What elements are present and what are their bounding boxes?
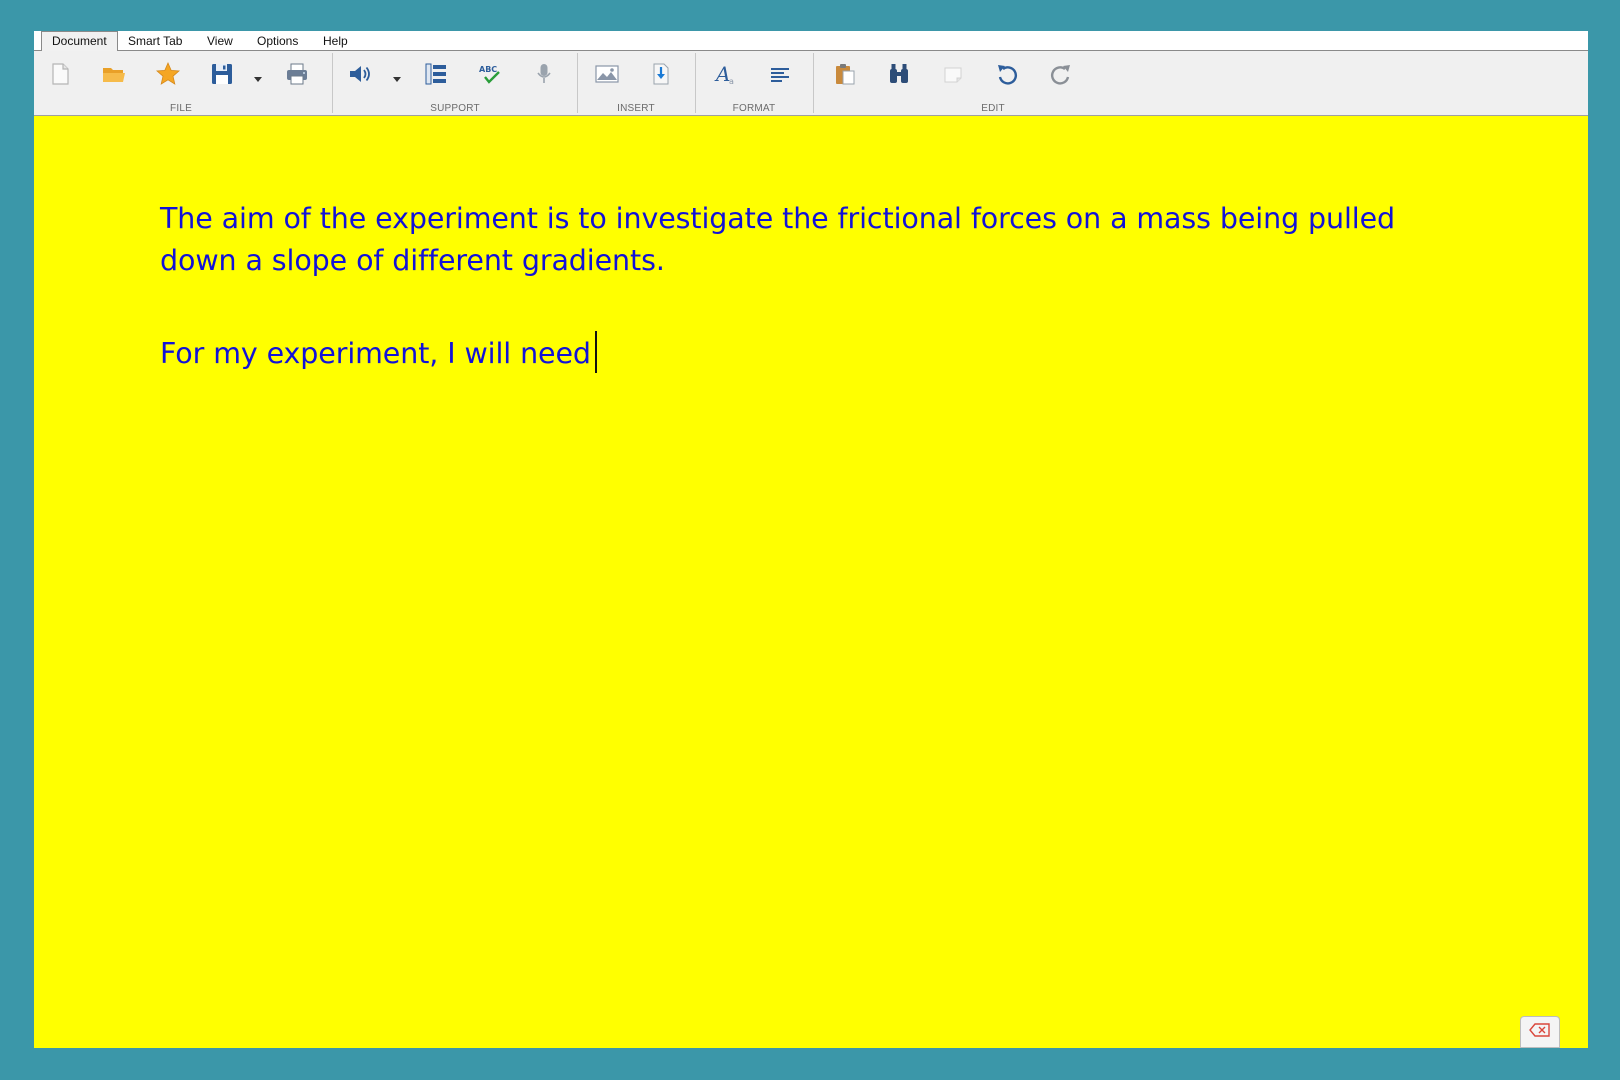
paragraph-equipment: For my experiment, I will need bbox=[160, 331, 1450, 375]
redo-button[interactable] bbox=[1044, 59, 1078, 93]
svg-text:a: a bbox=[729, 77, 734, 86]
speaker-icon bbox=[347, 61, 373, 92]
tab-document[interactable]: Document bbox=[41, 31, 118, 51]
new-document-icon bbox=[47, 61, 73, 92]
open-button[interactable] bbox=[97, 59, 131, 93]
paste-button[interactable] bbox=[828, 59, 862, 93]
speak-button[interactable] bbox=[343, 59, 377, 93]
format-group-label: FORMAT bbox=[732, 103, 776, 114]
tab-view[interactable]: View bbox=[197, 31, 243, 50]
clear-format-icon bbox=[940, 61, 966, 92]
svg-text:ABC: ABC bbox=[479, 65, 497, 74]
insert-group-label: INSERT bbox=[617, 103, 655, 114]
menu-bar: Document Smart Tab View Options Help bbox=[34, 31, 1588, 51]
speech-options-dropdown[interactable] bbox=[391, 71, 403, 82]
paragraph-align-button[interactable] bbox=[763, 59, 797, 93]
spellcheck-button[interactable]: ABC bbox=[473, 59, 507, 93]
paragraph-equipment-text: For my experiment, I will need bbox=[160, 337, 591, 370]
insert-image-button[interactable] bbox=[590, 59, 624, 93]
redo-icon bbox=[1048, 61, 1074, 92]
favorite-star-icon bbox=[155, 61, 181, 92]
file-group-label: FILE bbox=[170, 103, 192, 114]
favorite-button[interactable] bbox=[151, 59, 185, 93]
paragraph-aim: The aim of the experiment is to investig… bbox=[160, 202, 1396, 277]
edit-group-label: EDIT bbox=[981, 103, 1005, 114]
save-options-dropdown[interactable] bbox=[252, 71, 264, 82]
spellcheck-icon: ABC bbox=[477, 61, 503, 92]
align-left-icon bbox=[767, 61, 793, 92]
tab-help[interactable]: Help bbox=[313, 31, 358, 50]
support-group: ABC SUPPORT bbox=[333, 51, 577, 115]
format-group: Aa FORMAT bbox=[696, 51, 813, 115]
text-cursor bbox=[594, 331, 597, 373]
find-button[interactable] bbox=[882, 59, 916, 93]
edit-group: EDIT bbox=[814, 51, 1094, 115]
word-list-button[interactable] bbox=[419, 59, 453, 93]
save-disk-icon bbox=[209, 61, 235, 92]
document-editor[interactable]: The aim of the experiment is to investig… bbox=[34, 116, 1588, 1048]
svg-text:A: A bbox=[714, 62, 730, 86]
new-document-button[interactable] bbox=[43, 59, 77, 93]
insert-group: INSERT bbox=[578, 51, 695, 115]
save-button[interactable] bbox=[205, 59, 239, 93]
dictation-button[interactable] bbox=[527, 59, 561, 93]
editor-window: Document Smart Tab View Options Help FIL… bbox=[34, 31, 1588, 1048]
find-binoculars-icon bbox=[886, 61, 912, 92]
toolbar-ribbon: FILE ABC SUPPORT INSERT A a FORMAT EDIT bbox=[34, 51, 1588, 116]
clear-text-button[interactable] bbox=[1520, 1016, 1560, 1048]
numbered-list-icon bbox=[423, 61, 449, 92]
insert-file-icon bbox=[648, 61, 674, 92]
insert-file-button[interactable] bbox=[644, 59, 678, 93]
undo-button[interactable] bbox=[990, 59, 1024, 93]
tab-smart-tab[interactable]: Smart Tab bbox=[118, 31, 192, 50]
print-button[interactable] bbox=[280, 59, 314, 93]
print-icon bbox=[284, 61, 310, 92]
clear-format-button[interactable] bbox=[936, 59, 970, 93]
backspace-icon bbox=[1529, 1022, 1551, 1042]
undo-icon bbox=[994, 61, 1020, 92]
support-group-label: SUPPORT bbox=[430, 103, 480, 114]
document-text[interactable]: The aim of the experiment is to investig… bbox=[160, 198, 1450, 424]
font-style-icon: Aa bbox=[713, 61, 739, 92]
paste-icon bbox=[832, 61, 858, 92]
open-folder-icon bbox=[101, 61, 127, 92]
insert-image-icon bbox=[594, 61, 620, 92]
font-button[interactable]: Aa bbox=[709, 59, 743, 93]
chevron-down-icon bbox=[391, 71, 403, 88]
tab-options[interactable]: Options bbox=[247, 31, 308, 50]
file-group: FILE bbox=[34, 51, 332, 115]
chevron-down-icon bbox=[252, 71, 264, 88]
microphone-icon bbox=[531, 61, 557, 92]
